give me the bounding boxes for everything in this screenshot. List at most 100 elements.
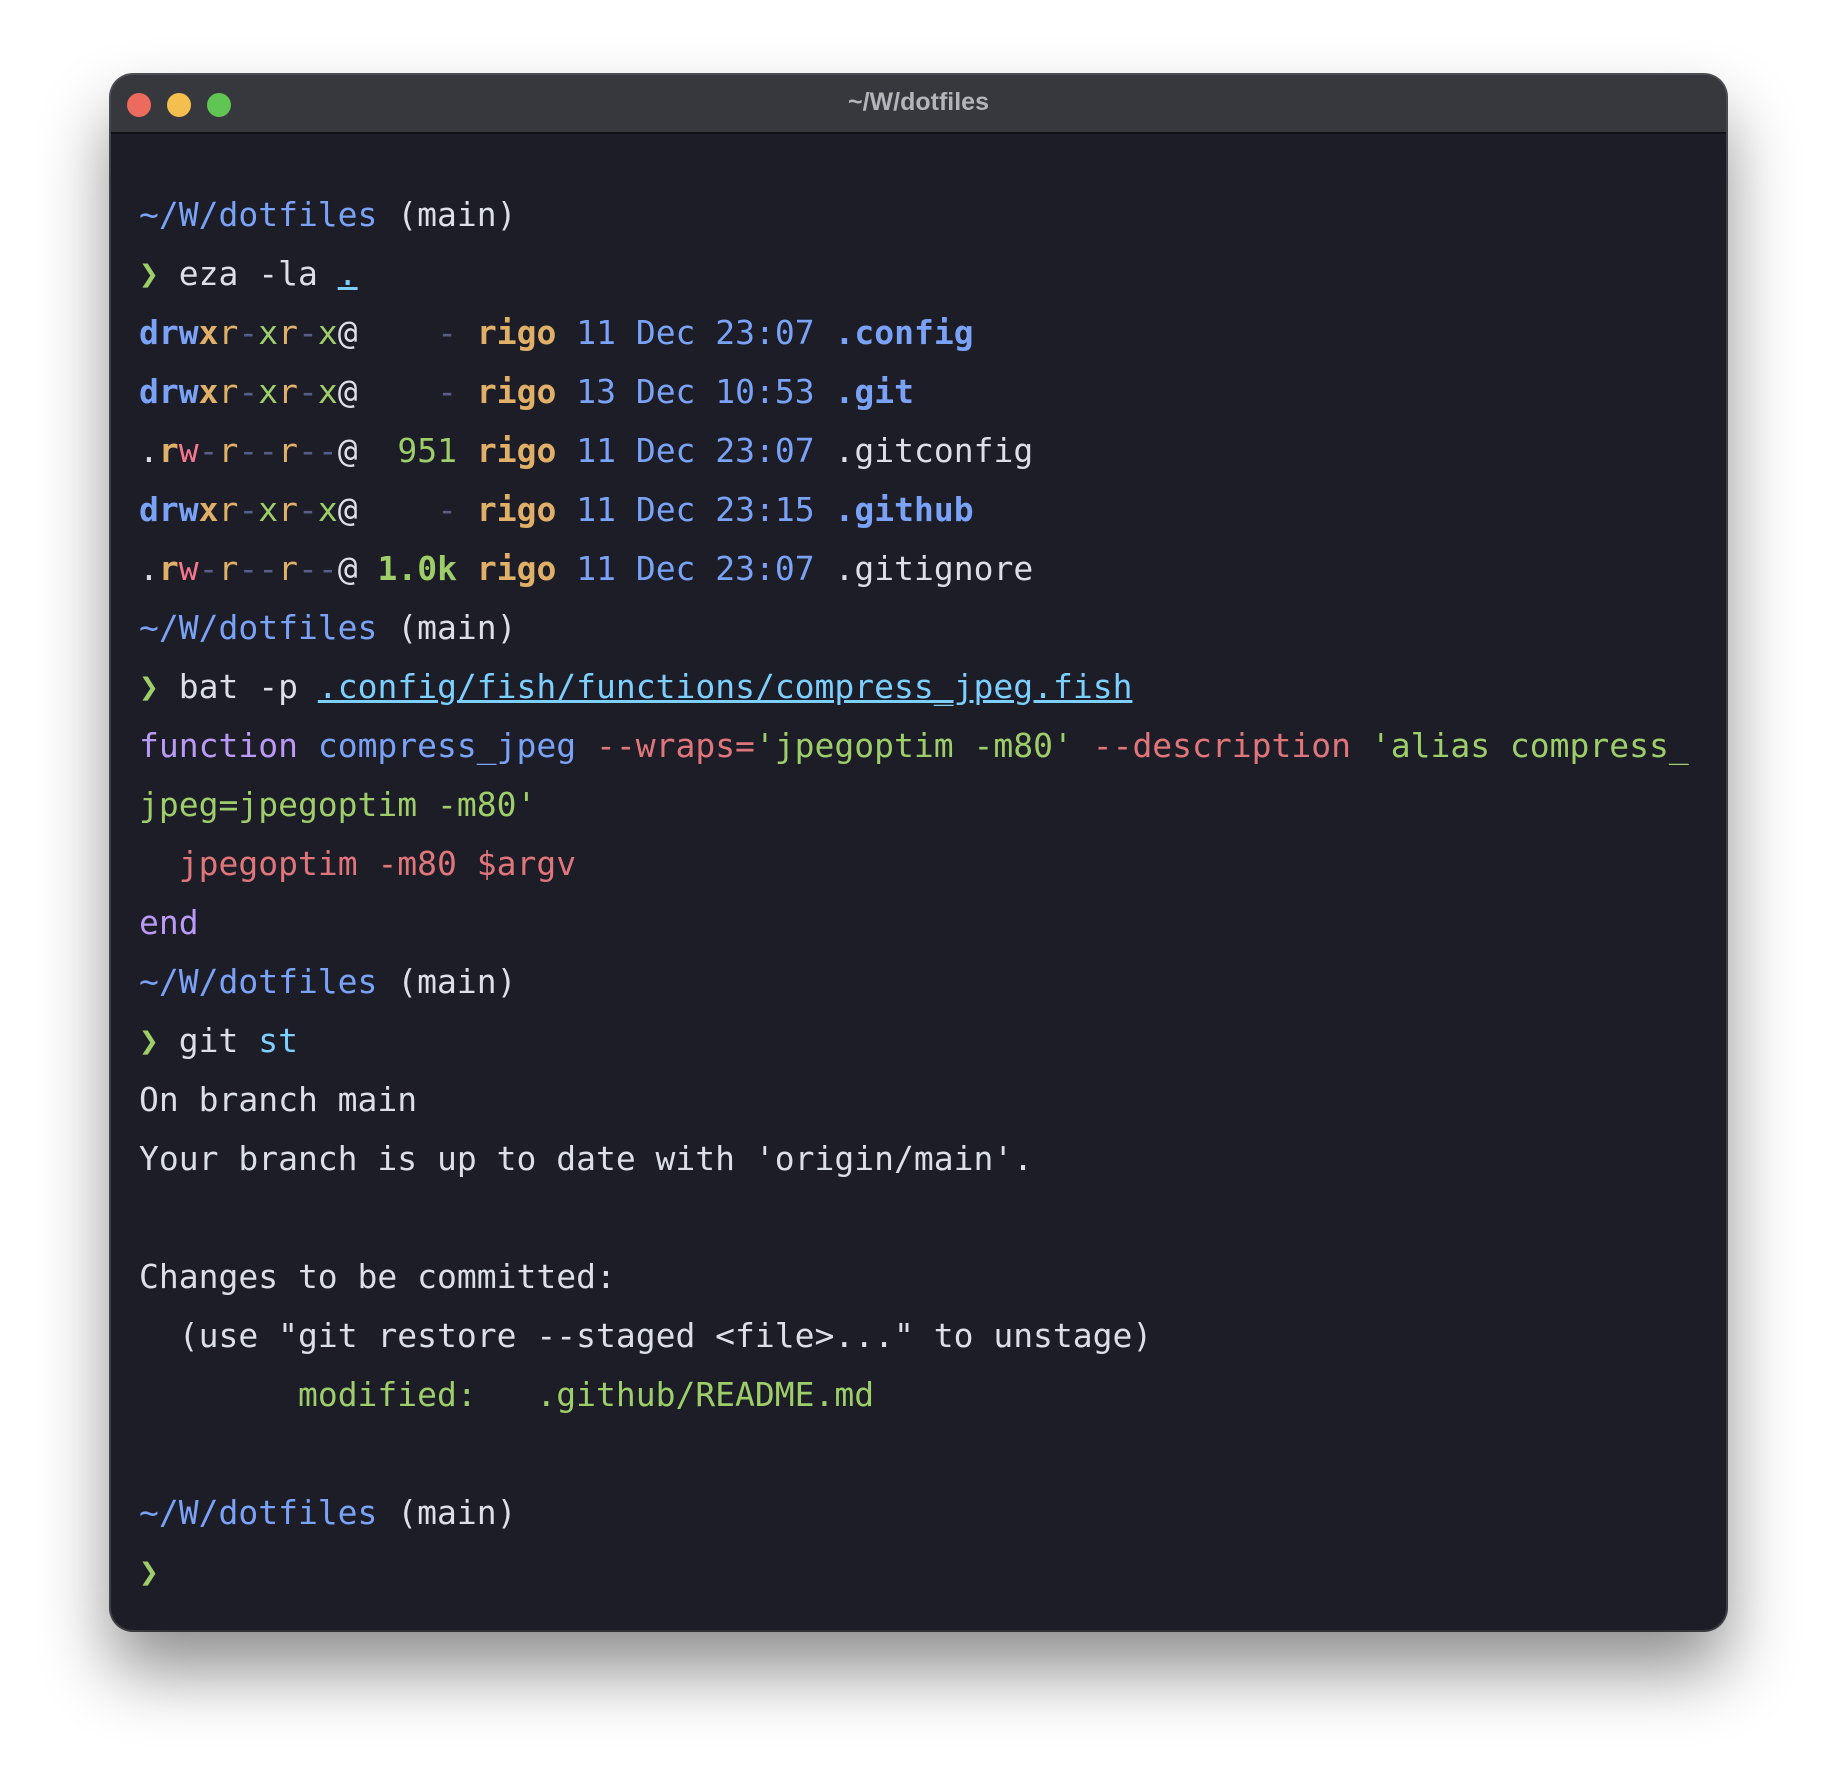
command-line: ❯ eza -la . [139,244,1706,303]
permission-bit: - [298,549,318,588]
code-keyword: function [139,726,298,765]
file-owner: rigo [476,431,557,470]
code-line: jpeg=jpegoptim -m80' [139,775,1706,834]
file-type: . [139,549,159,588]
permission-bit: r [218,490,239,529]
permission-bit: w [178,549,199,588]
permission-bit: r [218,549,239,588]
command-args: -la [258,254,318,293]
file-size: - [437,313,457,352]
code-line: jpegoptim -m80 $argv [139,834,1706,893]
permission-bit: - [298,490,318,529]
git-branch-line: On branch main [139,1080,418,1119]
code-line: function compress_jpeg --wraps='jpegopti… [139,716,1706,775]
permission-bit: - [198,549,219,588]
permission-bit: w [178,431,199,470]
command-path-link[interactable]: . [338,254,358,293]
file-type: d [139,372,159,411]
prompt-symbol: ❯ [139,1552,159,1591]
file-type: . [139,431,159,470]
command-line: ❯ git st [139,1011,1706,1070]
command-line[interactable]: ❯ [139,1542,1706,1601]
listing-row: drwxr-xr-x@ - rigo 11 Dec 23:15 .github [139,480,1706,539]
code-keyword: end [139,903,199,942]
xattr-flag: @ [337,372,358,411]
permission-bit: r [158,313,179,352]
permission-bit: r [158,431,179,470]
output-line: Your branch is up to date with 'origin/m… [139,1129,1706,1188]
permission-bit: - [317,549,338,588]
permission-bit: x [258,313,279,352]
file-owner: rigo [476,313,557,352]
permission-bit: r [158,549,179,588]
window-title: ~/W/dotfiles [848,88,989,116]
git-hint: (use "git restore --staged <file>..." to… [178,1316,1153,1355]
permission-bit: - [198,431,219,470]
prompt-line: ~/W/dotfiles (main) [139,952,1706,1011]
title-bar: ~/W/dotfiles [111,75,1726,134]
permission-bit: w [178,490,199,529]
git-modified-file: .github/README.md [536,1375,875,1414]
file-size: - [437,490,457,529]
permission-bit: x [198,372,219,411]
file-name: .gitignore [834,549,1034,588]
file-size: 951 [397,431,457,470]
code-string: 'jpegoptim -m80' [754,726,1073,765]
prompt-branch: (main) [397,608,517,647]
output-line: (use "git restore --staged <file>..." to… [139,1306,1706,1365]
permission-bit: - [298,372,318,411]
permission-bit: r [278,313,298,352]
listing-row: .rw-r--r--@ 1.0k rigo 11 Dec 23:07 .giti… [139,539,1706,598]
code-string: jpeg=jpegoptim -m80' [139,785,537,824]
permission-bit: r [218,372,239,411]
listing-row: drwxr-xr-x@ - rigo 11 Dec 23:07 .config [139,303,1706,362]
permission-bit: x [317,490,338,529]
git-modified-label: modified: [297,1375,477,1414]
prompt-line: ~/W/dotfiles (main) [139,185,1706,244]
xattr-flag: @ [337,490,358,529]
xattr-flag: @ [337,549,358,588]
file-date: 11 Dec 23:07 [576,313,815,352]
code-command: jpegoptim [178,844,358,883]
file-type: d [139,313,159,352]
file-name: .config [834,313,974,352]
file-owner: rigo [476,490,557,529]
permission-bit: x [317,313,338,352]
permission-bit: - [238,490,259,529]
file-date: 11 Dec 23:15 [576,490,815,529]
terminal-output[interactable]: ~/W/dotfiles (main) ❯ eza -la . drwxr-xr… [139,185,1706,1601]
output-line: modified: .github/README.md [139,1365,1706,1424]
permission-bit: x [258,372,279,411]
file-name: .github [834,490,974,529]
terminal-window: ~/W/dotfiles ~/W/dotfiles (main) ❯ eza -… [111,75,1726,1630]
permission-bit: - [317,431,338,470]
code-variable: $argv [476,844,577,883]
prompt-line: ~/W/dotfiles (main) [139,598,1706,657]
permission-bit: - [298,431,318,470]
permission-bit: x [317,372,338,411]
command-path-link[interactable]: .config/fish/functions/compress_jpeg.fis… [318,667,1133,706]
prompt-symbol: ❯ [139,1021,159,1060]
command-name: bat [178,667,239,706]
permission-bit: x [198,490,219,529]
prompt-path: ~/W/dotfiles [139,608,378,647]
permission-bit: x [258,490,279,529]
permission-bit: r [278,372,298,411]
prompt-path: ~/W/dotfiles [139,1493,378,1532]
permission-bit: - [238,313,259,352]
xattr-flag: @ [337,313,358,352]
listing-row: drwxr-xr-x@ - rigo 13 Dec 10:53 .git [139,362,1706,421]
permission-bit: w [178,372,199,411]
command-name: eza [178,254,239,293]
command-args: st [258,1021,298,1060]
code-string: 'alias compress_ [1370,726,1689,765]
code-line: end [139,893,1706,952]
file-date: 11 Dec 23:07 [576,549,815,588]
permission-bit: r [278,431,298,470]
permission-bit: r [218,431,239,470]
permission-bit: - [238,372,259,411]
prompt-path: ~/W/dotfiles [139,962,378,1001]
command-name: git [178,1021,239,1060]
prompt-branch: (main) [397,195,517,234]
